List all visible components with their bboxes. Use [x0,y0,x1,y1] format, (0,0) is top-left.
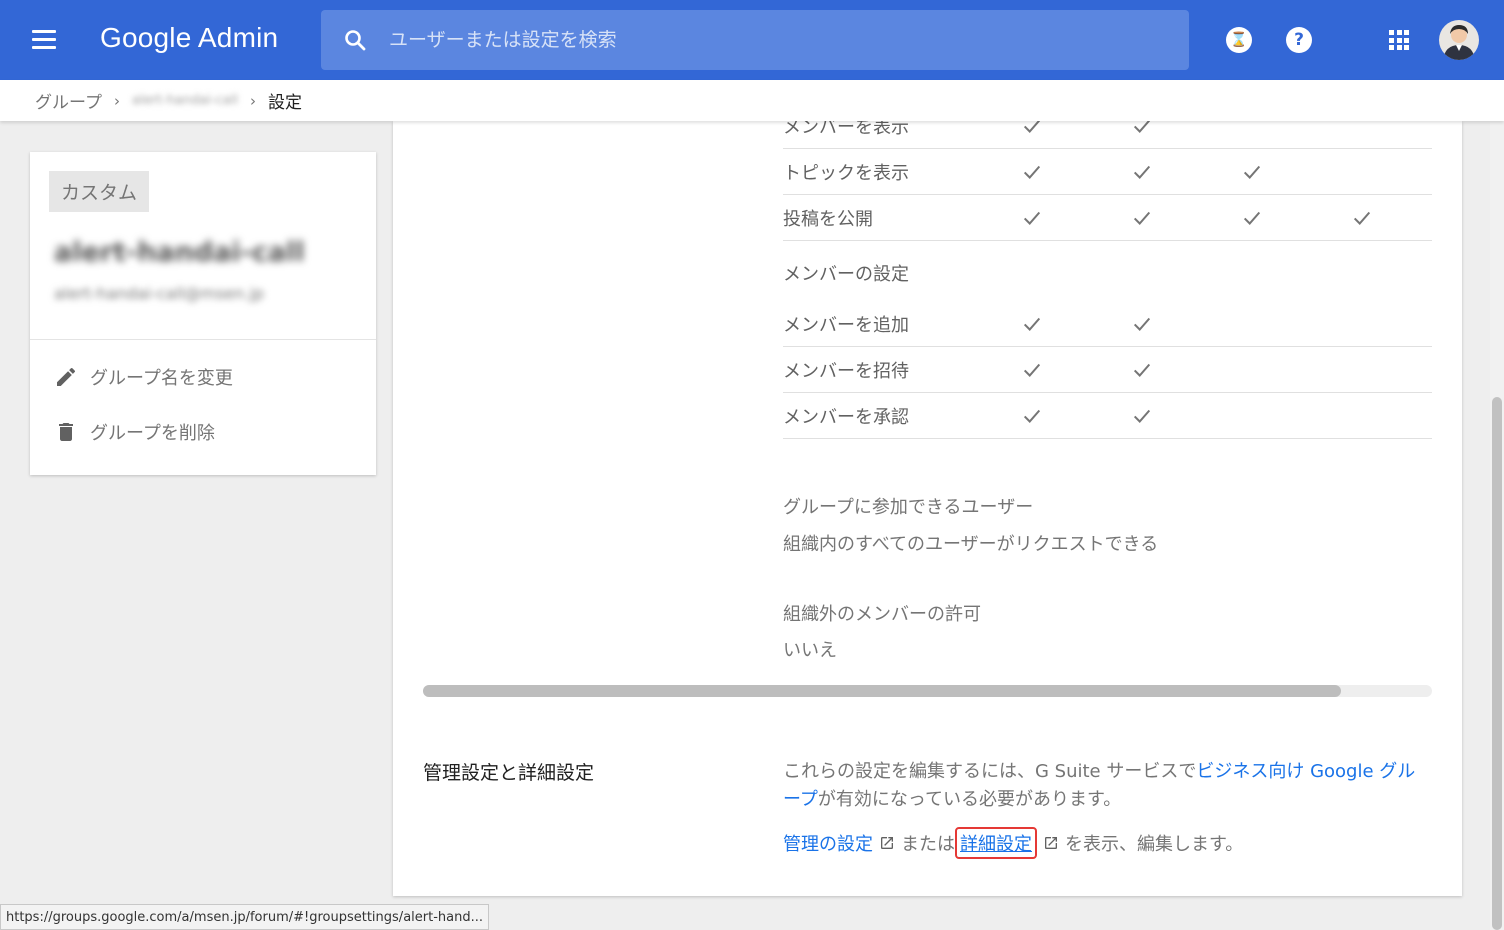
permission-label: メンバーを追加 [783,314,909,336]
check-icon [1133,317,1151,331]
join-setting-value: 組織内のすべてのユーザーがリクエストできる [783,534,1159,555]
permission-row: トピックを表示 [783,149,1432,195]
trash-icon [59,423,73,441]
permission-label: トピックを表示 [783,162,909,184]
permission-row: メンバーを招待 [783,347,1432,393]
manage-settings-link[interactable]: 管理の設定 [783,830,873,856]
permission-label: メンバーを承認 [783,406,909,428]
admin-settings-description: これらの設定を編集するには、G Suite サービスでビジネス向け Google… [783,758,1433,814]
rename-group-label: グループ名を変更 [90,368,233,389]
check-icon [1133,121,1150,133]
advanced-settings-link[interactable]: 詳細設定 [955,827,1037,859]
view-edit-text: を表示、編集します。 [1065,834,1244,855]
search-input[interactable] [389,10,1169,70]
check-icon [1243,211,1261,225]
check-icon [1023,211,1041,225]
admin-desc-prefix: これらの設定を編集するには、G Suite サービスで [783,761,1197,782]
check-icon [1133,165,1151,179]
join-setting-label: グループに参加できるユーザー [783,497,1034,518]
admin-settings-title: 管理設定と詳細設定 [423,762,595,784]
member-settings-title: メンバーの設定 [783,264,909,285]
menu-icon[interactable] [32,30,56,50]
horizontal-scrollbar-thumb[interactable] [423,685,1342,697]
open-in-new-icon[interactable] [879,835,895,851]
check-icon [1133,363,1151,377]
permission-label: メンバーを表示 [783,121,909,138]
hourglass-icon[interactable]: ⌛ [1226,27,1252,53]
permission-row: 投稿を公開 [783,195,1432,241]
search-box[interactable] [321,10,1189,70]
apps-grid-icon[interactable] [1389,30,1409,50]
check-icon [1353,211,1371,225]
pencil-icon [57,367,76,386]
horizontal-scrollbar[interactable] [423,685,1432,697]
admin-links: 管理の設定 または 詳細設定 を表示、編集します。 [783,827,1243,859]
permission-label: メンバーを招待 [783,360,909,382]
divider [30,339,376,340]
open-in-new-icon[interactable] [1043,835,1059,851]
check-icon [1133,409,1151,423]
check-icon [1023,165,1041,179]
settings-card: メンバーを表示 トピックを表示 投稿を公開 メンバーの設定 メンバーを追加 メン… [393,121,1462,896]
admin-desc-suffix: が有効になっている必要があります。 [817,789,1122,810]
group-summary-card: カスタム alert-handai-call alert-handai-call… [30,152,376,475]
breadcrumb: グループ › alert-handai-call › 設定 [0,80,1504,121]
rename-group-button[interactable]: グループ名を変更 [54,362,233,392]
brand-title[interactable]: Google Admin [100,22,278,54]
check-icon [1023,363,1041,377]
delete-group-button[interactable]: グループを削除 [54,417,215,447]
permission-row: メンバーを承認 [783,393,1432,439]
or-text: または [901,834,955,855]
breadcrumb-groups[interactable]: グループ [35,88,102,113]
check-icon [1023,121,1040,133]
group-type-chip: カスタム [49,171,150,212]
permission-row: メンバーを追加 [783,301,1432,347]
check-icon [1133,211,1151,225]
breadcrumb-current: 設定 [268,93,302,113]
check-icon [1023,317,1041,331]
group-email: alert-handai-call@msen.jp [54,284,265,303]
external-members-value: いいえ [783,640,837,661]
check-icon [1023,409,1041,423]
help-icon[interactable]: ? [1286,27,1312,53]
delete-group-label: グループを削除 [90,423,215,444]
permission-label: 投稿を公開 [783,208,873,230]
chevron-right-icon: › [250,91,256,110]
page-scrollbar-thumb[interactable] [1492,397,1502,930]
chevron-right-icon: › [113,91,120,110]
avatar[interactable] [1439,20,1479,60]
breadcrumb-group-name[interactable]: alert-handai-call [132,93,238,108]
check-icon [1243,165,1261,179]
group-name: alert-handai-call [54,237,305,268]
external-members-label: 組織外のメンバーの許可 [783,604,981,625]
app-bar: Google Admin ⌛ ? [0,0,1504,80]
status-url: https://groups.google.com/a/msen.jp/foru… [0,904,489,930]
permission-row: メンバーを表示 [783,121,1432,149]
search-icon[interactable] [343,28,367,52]
